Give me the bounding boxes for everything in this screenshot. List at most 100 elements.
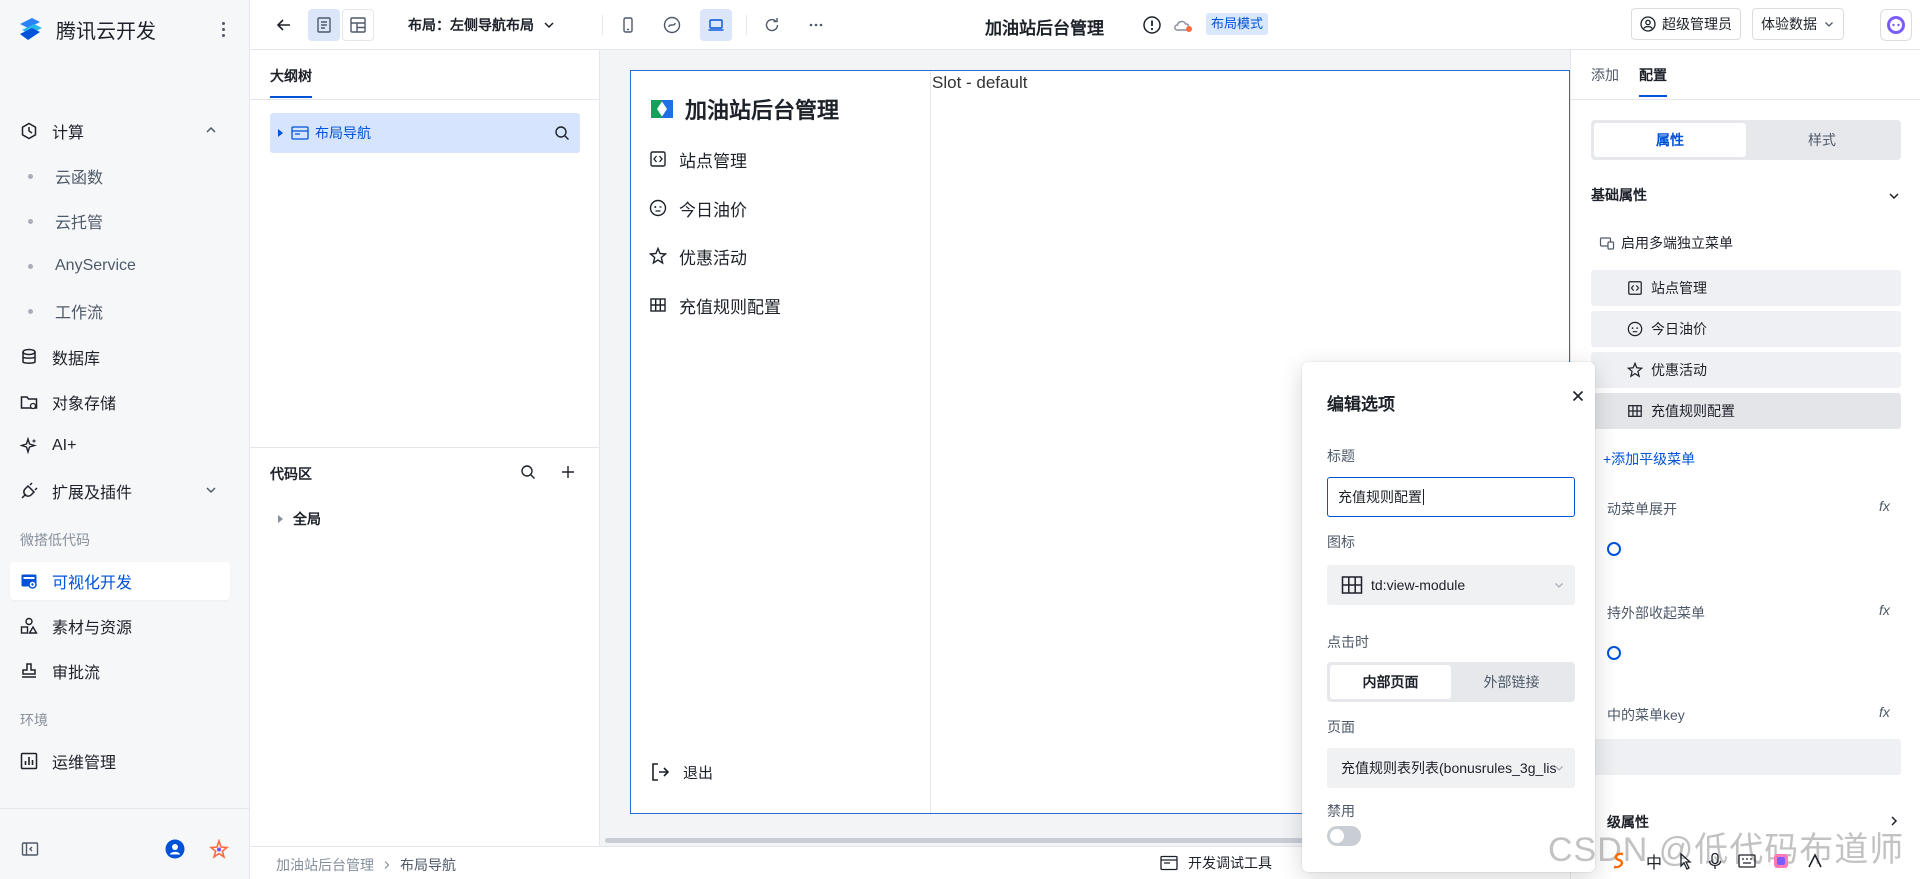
shapes-icon bbox=[20, 617, 38, 635]
breadcrumb-item[interactable]: 布局导航 bbox=[400, 855, 456, 875]
assistant-tray-icon[interactable] bbox=[1806, 852, 1824, 870]
sidebar-item-approval[interactable]: 审批流 bbox=[10, 652, 230, 690]
user-icon[interactable] bbox=[164, 838, 186, 860]
sidebar-item-assets[interactable]: 素材与资源 bbox=[10, 607, 230, 645]
sidebar-item-visual-dev[interactable]: 可视化开发 bbox=[10, 562, 230, 600]
sidebar-item-label: 对象存储 bbox=[52, 396, 117, 413]
fx-icon[interactable]: fx bbox=[1879, 704, 1890, 720]
ai-assistant-icon[interactable] bbox=[1880, 9, 1912, 41]
star-icon bbox=[1627, 362, 1643, 378]
caret-right-icon[interactable] bbox=[278, 515, 283, 523]
cloud-sync-icon[interactable] bbox=[1172, 15, 1194, 35]
close-icon[interactable] bbox=[1570, 388, 1586, 404]
mobile-preview-button[interactable] bbox=[612, 9, 644, 41]
menu-key-input[interactable] bbox=[1591, 739, 1901, 775]
icon-select[interactable]: td:view-module bbox=[1327, 565, 1575, 605]
layout-select-label: 布局：左侧导航布局 bbox=[408, 17, 534, 33]
sidebar-item-database[interactable]: 数据库 bbox=[10, 338, 230, 376]
mini-program-preview-button[interactable] bbox=[656, 9, 688, 41]
back-arrow-icon[interactable] bbox=[268, 9, 300, 41]
chevron-up-icon bbox=[206, 126, 216, 133]
refresh-button[interactable] bbox=[756, 9, 788, 41]
sidebar-item-workflow[interactable]: 工作流 bbox=[28, 293, 103, 329]
collapse-sidebar-icon[interactable] bbox=[20, 838, 40, 860]
tab-add[interactable]: 添加 bbox=[1591, 65, 1619, 97]
breadcrumb-item[interactable]: 加油站后台管理 bbox=[276, 855, 374, 875]
preview-menu-item-promotions[interactable]: 优惠活动 bbox=[649, 241, 747, 271]
brand[interactable]: 腾讯云开发 bbox=[16, 14, 156, 44]
sidebar-item-extensions[interactable]: 扩展及插件 bbox=[10, 472, 230, 510]
segment-attributes[interactable]: 属性 bbox=[1594, 123, 1746, 157]
caret-right-icon[interactable] bbox=[278, 129, 283, 137]
sidebar-item-anyservice[interactable]: AnyService bbox=[28, 248, 136, 284]
plug-icon bbox=[20, 482, 38, 500]
segment-external-link[interactable]: 外部链接 bbox=[1451, 665, 1572, 699]
database-icon bbox=[20, 348, 38, 366]
chevron-down-icon[interactable] bbox=[1887, 189, 1901, 203]
ime-mode-label[interactable]: 中 bbox=[1646, 849, 1662, 873]
segment-styles[interactable]: 样式 bbox=[1746, 123, 1898, 157]
face-icon bbox=[649, 199, 667, 217]
search-icon[interactable] bbox=[554, 125, 570, 141]
plus-icon[interactable] bbox=[560, 464, 576, 480]
collapse-radio[interactable] bbox=[1607, 646, 1621, 660]
microphone-icon[interactable] bbox=[1708, 852, 1722, 870]
section-basic-props[interactable]: 基础属性 bbox=[1591, 185, 1647, 205]
sidebar-item-object-storage[interactable]: 对象存储 bbox=[10, 383, 230, 421]
properties-panel: 添加 配置 属性 样式 基础属性 启用多端独立菜单 站点管理 今日油价 优惠活动… bbox=[1570, 50, 1920, 879]
menu-config-label: 今日油价 bbox=[1651, 321, 1707, 337]
colorful-star-icon[interactable] bbox=[208, 838, 230, 860]
more-icon[interactable] bbox=[216, 16, 230, 42]
visual-dev-icon bbox=[20, 572, 38, 590]
slot-default[interactable]: Slot - default bbox=[932, 73, 1027, 93]
menu-config-row-selected[interactable]: 充值规则配置 bbox=[1591, 393, 1901, 429]
tree-node-layout-nav[interactable]: 布局导航 bbox=[270, 113, 580, 153]
layout-select[interactable]: 布局：左侧导航布局 bbox=[408, 13, 556, 37]
tree-node-global[interactable]: 全局 bbox=[278, 509, 321, 529]
bullet-icon bbox=[28, 173, 33, 179]
sidebar-item-ops[interactable]: 运维管理 bbox=[10, 742, 230, 780]
dev-tools-button[interactable]: 开发调试工具 bbox=[1160, 853, 1272, 873]
chevron-down-icon bbox=[1825, 22, 1833, 27]
layout-view-toggle[interactable] bbox=[342, 9, 374, 41]
menu-config-row[interactable]: 优惠活动 bbox=[1591, 352, 1901, 388]
sidebar-item-cloud-hosting[interactable]: 云托管 bbox=[28, 203, 103, 239]
click-field-label: 点击时 bbox=[1327, 634, 1369, 650]
disabled-toggle[interactable] bbox=[1327, 826, 1361, 846]
menu-config-row[interactable]: 今日油价 bbox=[1591, 311, 1901, 347]
fx-icon[interactable]: fx bbox=[1879, 602, 1890, 618]
segment-internal-page[interactable]: 内部页面 bbox=[1330, 665, 1451, 699]
tab-config[interactable]: 配置 bbox=[1639, 65, 1667, 97]
sidebar-item-cloud-function[interactable]: 云函数 bbox=[28, 158, 103, 194]
preview-menu-item-recharge-rules[interactable]: 充值规则配置 bbox=[649, 290, 781, 320]
layout-icon bbox=[350, 17, 366, 33]
layout-mode-badge[interactable]: 布局模式 bbox=[1206, 13, 1269, 35]
more-options-button[interactable] bbox=[800, 9, 832, 41]
search-icon[interactable] bbox=[520, 464, 536, 480]
sidebar-item-compute[interactable]: 计算 bbox=[10, 112, 230, 150]
sidebar-item-ai[interactable]: AI+ bbox=[10, 427, 230, 465]
app-tray-icon[interactable] bbox=[1772, 852, 1790, 870]
outline-view-toggle[interactable] bbox=[308, 9, 340, 41]
fx-icon[interactable]: fx bbox=[1879, 498, 1890, 514]
preview-menu-item-sites[interactable]: 站点管理 bbox=[649, 144, 747, 174]
code-box-icon bbox=[1628, 281, 1642, 295]
menu-config-row[interactable]: 站点管理 bbox=[1591, 270, 1901, 306]
preview-menu-item-oil-price[interactable]: 今日油价 bbox=[649, 193, 747, 223]
input-method-icon[interactable] bbox=[1608, 850, 1630, 872]
expand-radio[interactable] bbox=[1607, 542, 1621, 556]
devices-icon bbox=[1599, 237, 1615, 250]
data-source-select[interactable]: 体验数据 bbox=[1752, 8, 1844, 40]
page-select[interactable]: 充值规则表列表(bonusrules_3g_lis bbox=[1327, 748, 1575, 788]
multi-terminal-menu-toggle[interactable]: 启用多端独立菜单 bbox=[1599, 233, 1733, 253]
info-icon[interactable] bbox=[1142, 15, 1162, 35]
add-sibling-menu-link[interactable]: +添加平级菜单 bbox=[1603, 449, 1695, 469]
tab-outline-tree[interactable]: 大纲树 bbox=[270, 66, 312, 98]
keyboard-icon[interactable] bbox=[1738, 853, 1756, 869]
admin-switch[interactable]: 超级管理员 bbox=[1631, 8, 1741, 40]
preview-logout[interactable]: 退出 bbox=[649, 761, 713, 783]
desktop-preview-button[interactable] bbox=[700, 9, 732, 41]
pointer-icon[interactable] bbox=[1678, 852, 1692, 870]
divider bbox=[250, 99, 600, 100]
title-input[interactable]: 充值规则配置 bbox=[1327, 477, 1575, 517]
